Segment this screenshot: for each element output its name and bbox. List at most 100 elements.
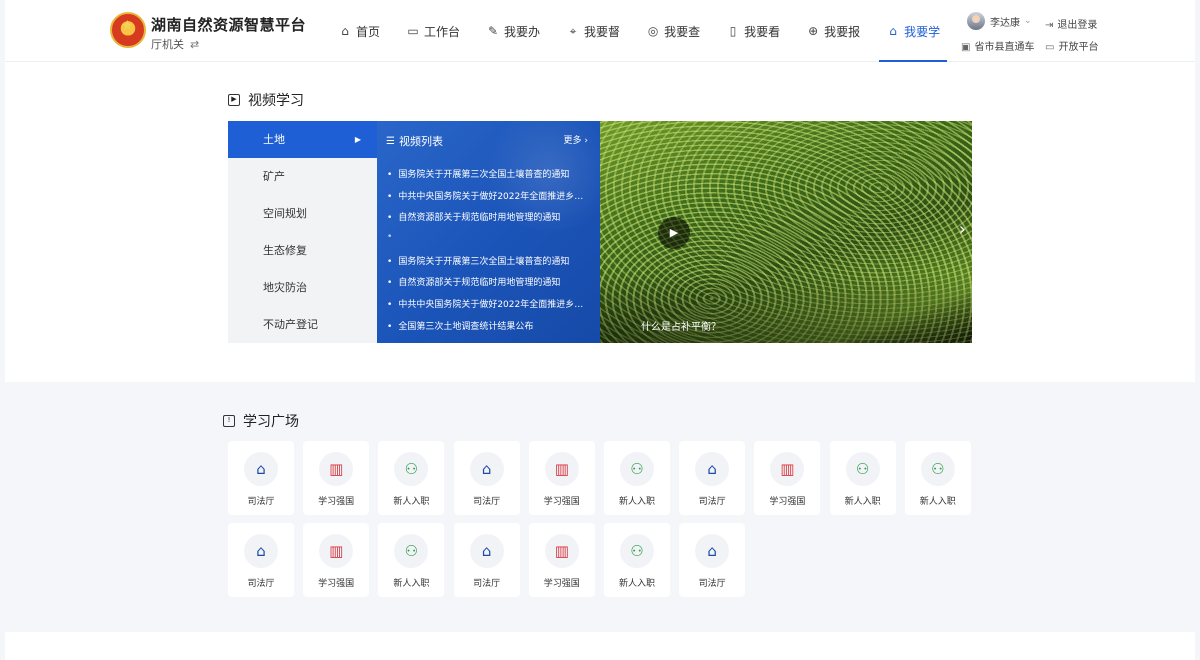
study-icon: ⌂	[889, 24, 897, 38]
video-list-item[interactable]: 国务院关于开展第三次全国土壤普查的通知	[387, 254, 592, 276]
play-icon[interactable]: ▶	[658, 217, 690, 249]
video-caption: 什么是占补平衡？	[641, 322, 721, 333]
study-tile-label: 司法厅	[473, 579, 501, 589]
book-icon: ▥	[544, 534, 579, 568]
bottom-strip	[5, 632, 1195, 660]
study-tile[interactable]: ⚇ 新人入职	[604, 441, 670, 515]
category-label: 不动产登记	[263, 318, 318, 331]
court-building-icon: ⌂	[695, 452, 730, 486]
top-header: 湖南自然资源智慧平台 厅机关 ⇄ ⌂ 首页 ▭ 工作台 ✎ 我要办 ⌖ 我要督 ◎ 我要查 ▯ 我要看 ⊕…	[5, 0, 1195, 62]
add-user-icon: ⚇	[394, 452, 429, 486]
nav-item-0[interactable]: ⌂ 首页	[325, 0, 393, 62]
info-box-icon: !	[223, 415, 235, 427]
open-platform-link[interactable]: ▭ 开放平台	[1045, 38, 1098, 53]
logout-button[interactable]: ⇥ 退出登录	[1045, 16, 1097, 31]
main-nav: ⌂ 首页 ▭ 工作台 ✎ 我要办 ⌖ 我要督 ◎ 我要查 ▯ 我要看 ⊕ 我要报 ⌂ 我要学	[325, 0, 953, 62]
video-list-item[interactable]: 自然资源部关于规范临时用地管理的通知	[387, 210, 592, 232]
study-tile-label: 新人入职	[618, 497, 655, 507]
caret-right-icon: ▶	[354, 135, 361, 144]
video-player[interactable]: ▶ › 什么是占补平衡？	[600, 121, 972, 343]
study-tile-label: 司法厅	[247, 579, 275, 589]
nav-item-5[interactable]: ▯ 我要看	[713, 0, 793, 62]
study-tile[interactable]: ▥ 学习强国	[754, 441, 821, 515]
study-tile[interactable]: ▥ 学习强国	[303, 441, 370, 515]
monitor-icon: ▭	[1045, 42, 1055, 53]
court-building-icon: ⌂	[244, 534, 278, 568]
site-title[interactable]: 湖南自然资源智慧平台	[151, 14, 306, 35]
study-section-title-text: 学习广场	[243, 414, 299, 430]
swap-icon: ⇄	[190, 38, 200, 51]
study-tile[interactable]: ⌂ 司法厅	[679, 523, 746, 597]
list-icon: ☰	[386, 135, 395, 147]
category-label: 土地	[263, 133, 285, 146]
pen-icon: ✎	[488, 24, 499, 38]
study-tile[interactable]: ▥ 学习强国	[528, 523, 595, 597]
nav-item-label: 我要督	[584, 24, 621, 39]
user-menu[interactable]: 李达康 ⌄	[967, 12, 1032, 30]
video-list-item[interactable]: 全国第三次土地调查统计结果公布	[387, 319, 592, 341]
category-item[interactable]: 地灾防治	[228, 269, 377, 306]
add-user-icon: ⚇	[620, 534, 654, 568]
book-icon: ▥	[770, 452, 805, 486]
video-list-item[interactable]	[387, 232, 592, 254]
study-tile[interactable]: ⚇ 新人入职	[378, 441, 445, 515]
open-platform-label: 开放平台	[1058, 42, 1099, 53]
national-emblem-logo[interactable]	[110, 12, 146, 48]
nav-item-3[interactable]: ⌖ 我要督	[553, 0, 633, 62]
book-icon: ▯	[729, 24, 737, 38]
study-tile[interactable]: ▥ 学习强国	[528, 441, 595, 515]
study-tile[interactable]: ⌂ 司法厅	[453, 523, 520, 597]
logout-icon: ⇥	[1045, 20, 1054, 31]
supervise-icon: ⌖	[569, 23, 577, 38]
study-tile[interactable]: ⚇ 新人入职	[904, 441, 971, 515]
nav-item-2[interactable]: ✎ 我要办	[473, 0, 553, 62]
more-label: 更多	[563, 136, 582, 146]
nav-item-1[interactable]: ▭ 工作台	[393, 0, 473, 62]
nav-item-4[interactable]: ◎ 我要查	[633, 0, 713, 62]
nav-item-7[interactable]: ⌂ 我要学	[873, 0, 953, 62]
add-user-icon: ⚇	[394, 534, 429, 568]
monitor-icon: ▭	[407, 24, 419, 38]
category-label: 矿产	[263, 170, 285, 183]
book-icon: ▥	[319, 534, 354, 568]
more-link[interactable]: 更多 ›	[564, 133, 589, 146]
category-item[interactable]: 生态修复	[228, 232, 377, 269]
avatar	[967, 12, 985, 30]
book-icon: ▥	[544, 452, 579, 486]
study-tile[interactable]: ⌂ 司法厅	[679, 441, 746, 515]
study-tile[interactable]: ⌂ 司法厅	[228, 523, 294, 597]
category-item[interactable]: 空间规划	[228, 195, 377, 232]
video-list-title: 视频列表	[398, 135, 443, 148]
user-name: 李达康	[990, 17, 1020, 29]
court-building-icon: ⌂	[244, 452, 278, 486]
study-tile[interactable]: ⌂ 司法厅	[228, 441, 294, 515]
study-tile-label: 司法厅	[473, 497, 501, 507]
study-tile[interactable]: ⚇ 新人入职	[378, 523, 445, 597]
study-tile[interactable]: ▥ 学习强国	[303, 523, 370, 597]
study-tile[interactable]: ⌂ 司法厅	[453, 441, 520, 515]
nav-item-label: 首页	[356, 24, 381, 39]
add-user-icon: ⚇	[845, 452, 880, 486]
study-tile-label: 司法厅	[698, 497, 726, 507]
category-item[interactable]: 矿产	[228, 158, 377, 195]
nav-item-label: 我要查	[664, 24, 701, 39]
org-switcher[interactable]: 厅机关 ⇄	[151, 36, 199, 52]
video-list-item[interactable]: 中共中央国务院关于做好2022年全面推进乡村振兴重点工作的意见	[387, 297, 592, 319]
nav-item-label: 工作台	[424, 24, 461, 39]
study-tile[interactable]: ⚇ 新人入职	[829, 441, 896, 515]
nav-item-6[interactable]: ⊕ 我要报	[793, 0, 873, 62]
category-label: 生态修复	[263, 244, 307, 257]
video-list-item[interactable]: 自然资源部关于规范临时用地管理的通知	[387, 275, 592, 297]
video-list-item[interactable]: 国务院关于开展第三次全国土壤普查的通知	[387, 167, 592, 189]
nav-item-label: 我要看	[744, 24, 781, 39]
study-tile[interactable]: ⚇ 新人入职	[604, 523, 670, 597]
study-tile-label: 司法厅	[247, 497, 275, 507]
category-menu: 土地 ▶ 矿产空间规划生态修复地灾防治不动产登记	[228, 121, 377, 343]
court-building-icon: ⌂	[469, 534, 504, 568]
county-link[interactable]: ▣ 省市县直通车	[961, 38, 1034, 53]
category-item[interactable]: 不动产登记	[228, 306, 377, 343]
add-user-icon: ⚇	[920, 452, 955, 486]
video-list-item[interactable]: 中共中央国务院关于做好2022年全面推进乡村振兴重点工作的意见	[387, 189, 592, 211]
category-item[interactable]: 土地 ▶	[228, 121, 377, 158]
chevron-right-icon[interactable]: ›	[959, 219, 966, 240]
